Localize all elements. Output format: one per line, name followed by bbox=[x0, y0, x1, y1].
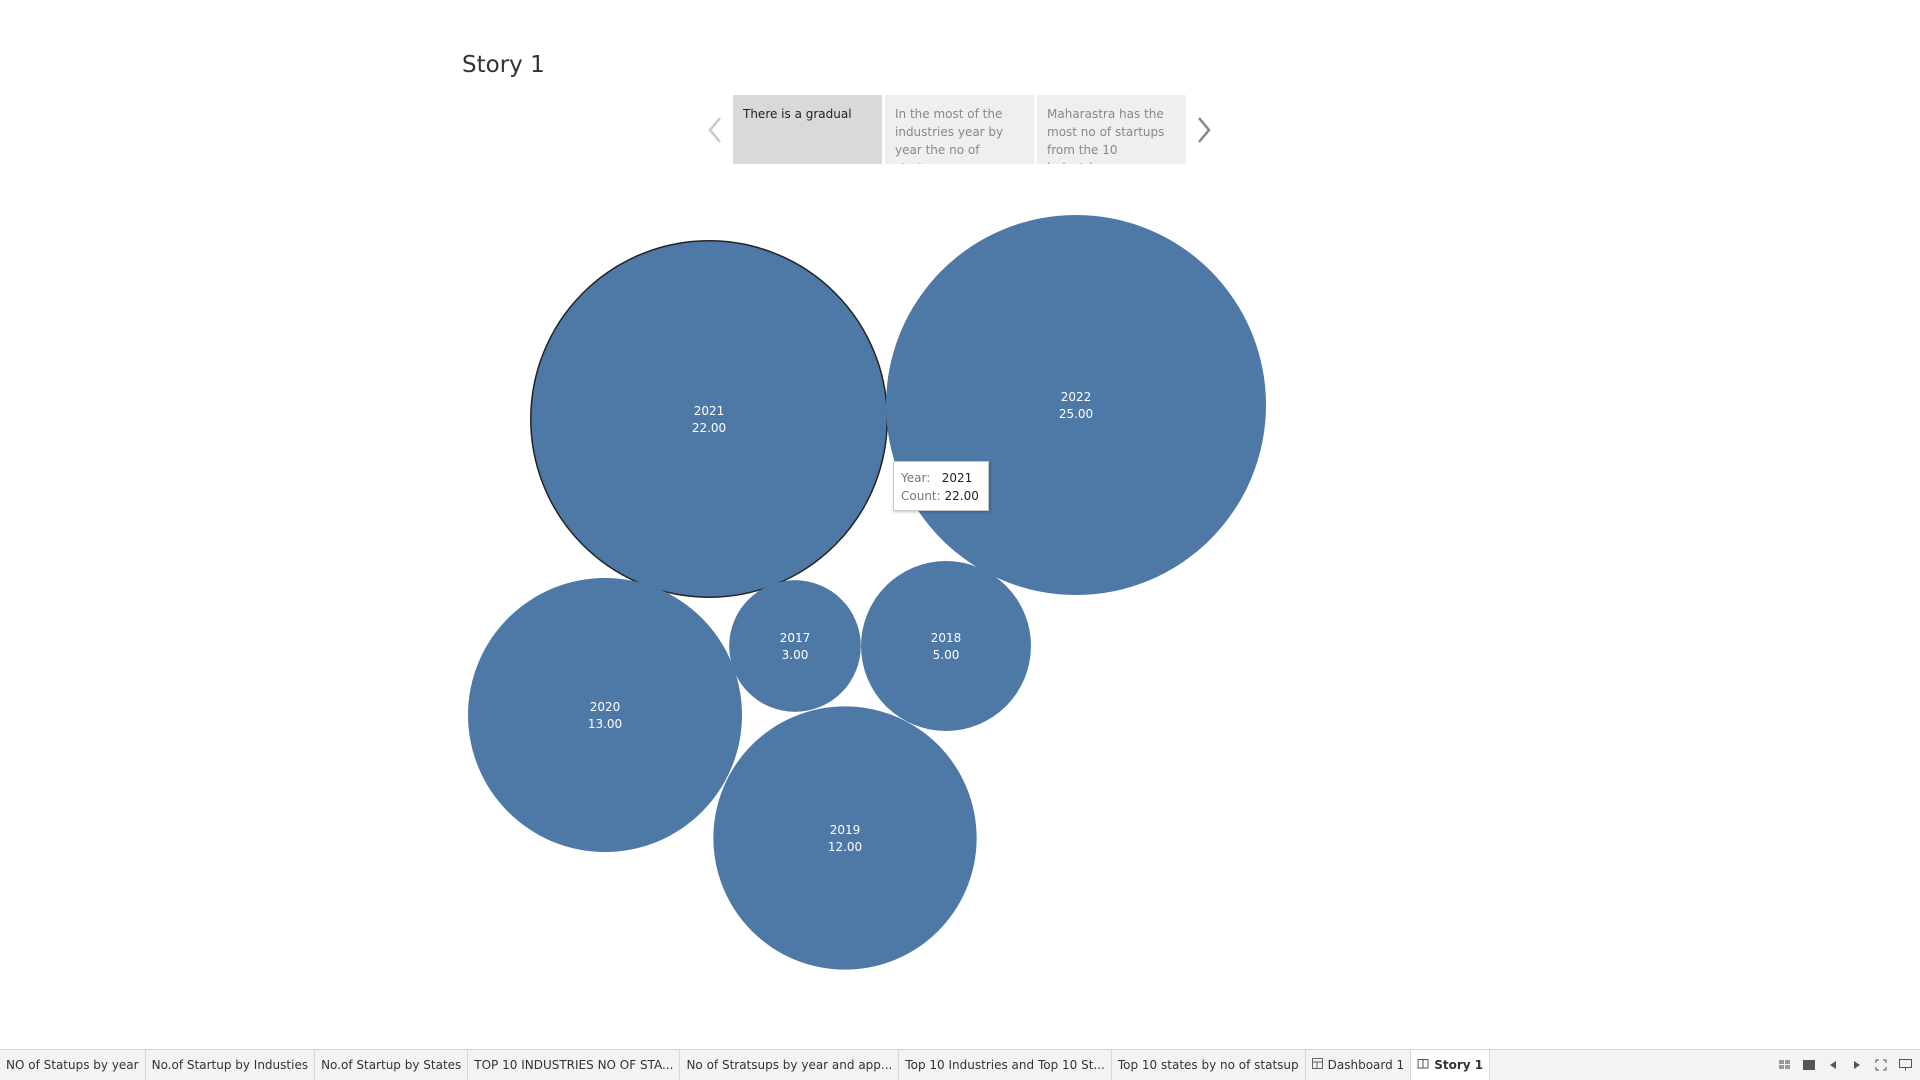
bubble-mark[interactable] bbox=[886, 215, 1266, 595]
bubble-year-label: 2018 bbox=[931, 631, 962, 645]
dashboard-icon bbox=[1311, 1050, 1323, 1080]
bubble-year-label: 2020 bbox=[590, 700, 621, 714]
bubble-2019[interactable]: 2019 12.00 bbox=[713, 706, 977, 970]
bubble-value-label: 5.00 bbox=[933, 648, 960, 662]
bubble-mark[interactable] bbox=[467, 577, 743, 853]
bubble-2020[interactable]: 2020 13.00 bbox=[467, 577, 743, 853]
tab-label: TOP 10 INDUSTRIES NO OF STA... bbox=[474, 1058, 674, 1072]
tab-startups-by-year-and-app[interactable]: No of Stratsups by year and app... bbox=[680, 1050, 900, 1080]
show-filmstrip-icon[interactable] bbox=[1802, 1058, 1816, 1072]
prev-sheet-icon[interactable] bbox=[1826, 1058, 1840, 1072]
tab-label: No of Stratsups by year and app... bbox=[686, 1058, 893, 1072]
bubble-year-label: 2022 bbox=[1061, 390, 1092, 404]
tab-label: Story 1 bbox=[1434, 1058, 1484, 1072]
bubble-mark[interactable] bbox=[729, 580, 861, 712]
bubble-mark[interactable] bbox=[861, 561, 1031, 731]
bubble-year-label: 2021 bbox=[694, 404, 725, 418]
bubble-mark[interactable] bbox=[530, 240, 888, 598]
tab-label: NO of Statups by year bbox=[6, 1058, 139, 1072]
tab-story-1[interactable]: Story 1 bbox=[1411, 1050, 1491, 1080]
bubble-chart: 2021 22.00 2022 25.00 2020 13.00 2017 3.00 2018 5… bbox=[467, 215, 1266, 970]
tab-statups-by-year[interactable]: NO of Statups by year bbox=[0, 1050, 146, 1080]
show-sheet-sorter-icon[interactable] bbox=[1778, 1058, 1792, 1072]
tab-label: Dashboard 1 bbox=[1327, 1058, 1405, 1072]
tab-label: No.of Startup by Industies bbox=[151, 1058, 309, 1072]
bubble-2018[interactable]: 2018 5.00 bbox=[861, 561, 1031, 731]
fullscreen-icon[interactable] bbox=[1874, 1058, 1888, 1072]
bubble-value-label: 13.00 bbox=[588, 717, 622, 731]
tooltip-count-label: Count: bbox=[901, 489, 941, 503]
bubble-value-label: 22.00 bbox=[692, 421, 726, 435]
tab-dashboard-1[interactable]: Dashboard 1 bbox=[1306, 1050, 1412, 1080]
tab-controls bbox=[1778, 1050, 1912, 1080]
tab-startup-by-industries[interactable]: No.of Startup by Industies bbox=[146, 1050, 316, 1080]
story-icon bbox=[1417, 1050, 1429, 1080]
bubble-value-label: 3.00 bbox=[782, 648, 809, 662]
tab-startup-by-states[interactable]: No.of Startup by States bbox=[315, 1050, 469, 1080]
tooltip-year-label: Year: bbox=[901, 471, 931, 485]
tooltip-year-value: 2021 bbox=[941, 471, 973, 485]
tooltip-count-value: 22.00 bbox=[944, 489, 979, 503]
bubble-mark[interactable] bbox=[713, 706, 977, 970]
tooltip: Year: 2021 Count: 22.00 bbox=[893, 461, 989, 511]
tab-top-10-industries[interactable]: TOP 10 INDUSTRIES NO OF STA... bbox=[468, 1050, 681, 1080]
bubble-2017[interactable]: 2017 3.00 bbox=[729, 580, 861, 712]
bubble-2021[interactable]: 2021 22.00 bbox=[530, 240, 888, 598]
bubble-value-label: 12.00 bbox=[828, 840, 862, 854]
bubble-year-label: 2017 bbox=[780, 631, 811, 645]
presentation-icon[interactable] bbox=[1898, 1058, 1912, 1072]
tab-label: No.of Startup by States bbox=[321, 1058, 462, 1072]
tab-top-10-industries-and-states[interactable]: Top 10 Industries and Top 10 St... bbox=[899, 1050, 1112, 1080]
bubble-2022[interactable]: 2022 25.00 bbox=[886, 215, 1266, 595]
tab-label: Top 10 Industries and Top 10 St... bbox=[905, 1058, 1105, 1072]
bubble-value-label: 25.00 bbox=[1059, 407, 1093, 421]
tab-label: Top 10 states by no of statsup bbox=[1117, 1058, 1299, 1072]
tab-top-10-states[interactable]: Top 10 states by no of statsup bbox=[1112, 1050, 1306, 1080]
bubble-year-label: 2019 bbox=[830, 823, 861, 837]
next-sheet-icon[interactable] bbox=[1850, 1058, 1864, 1072]
sheet-tab-bar: NO of Statups by year No.of Startup by I… bbox=[0, 1049, 1920, 1080]
